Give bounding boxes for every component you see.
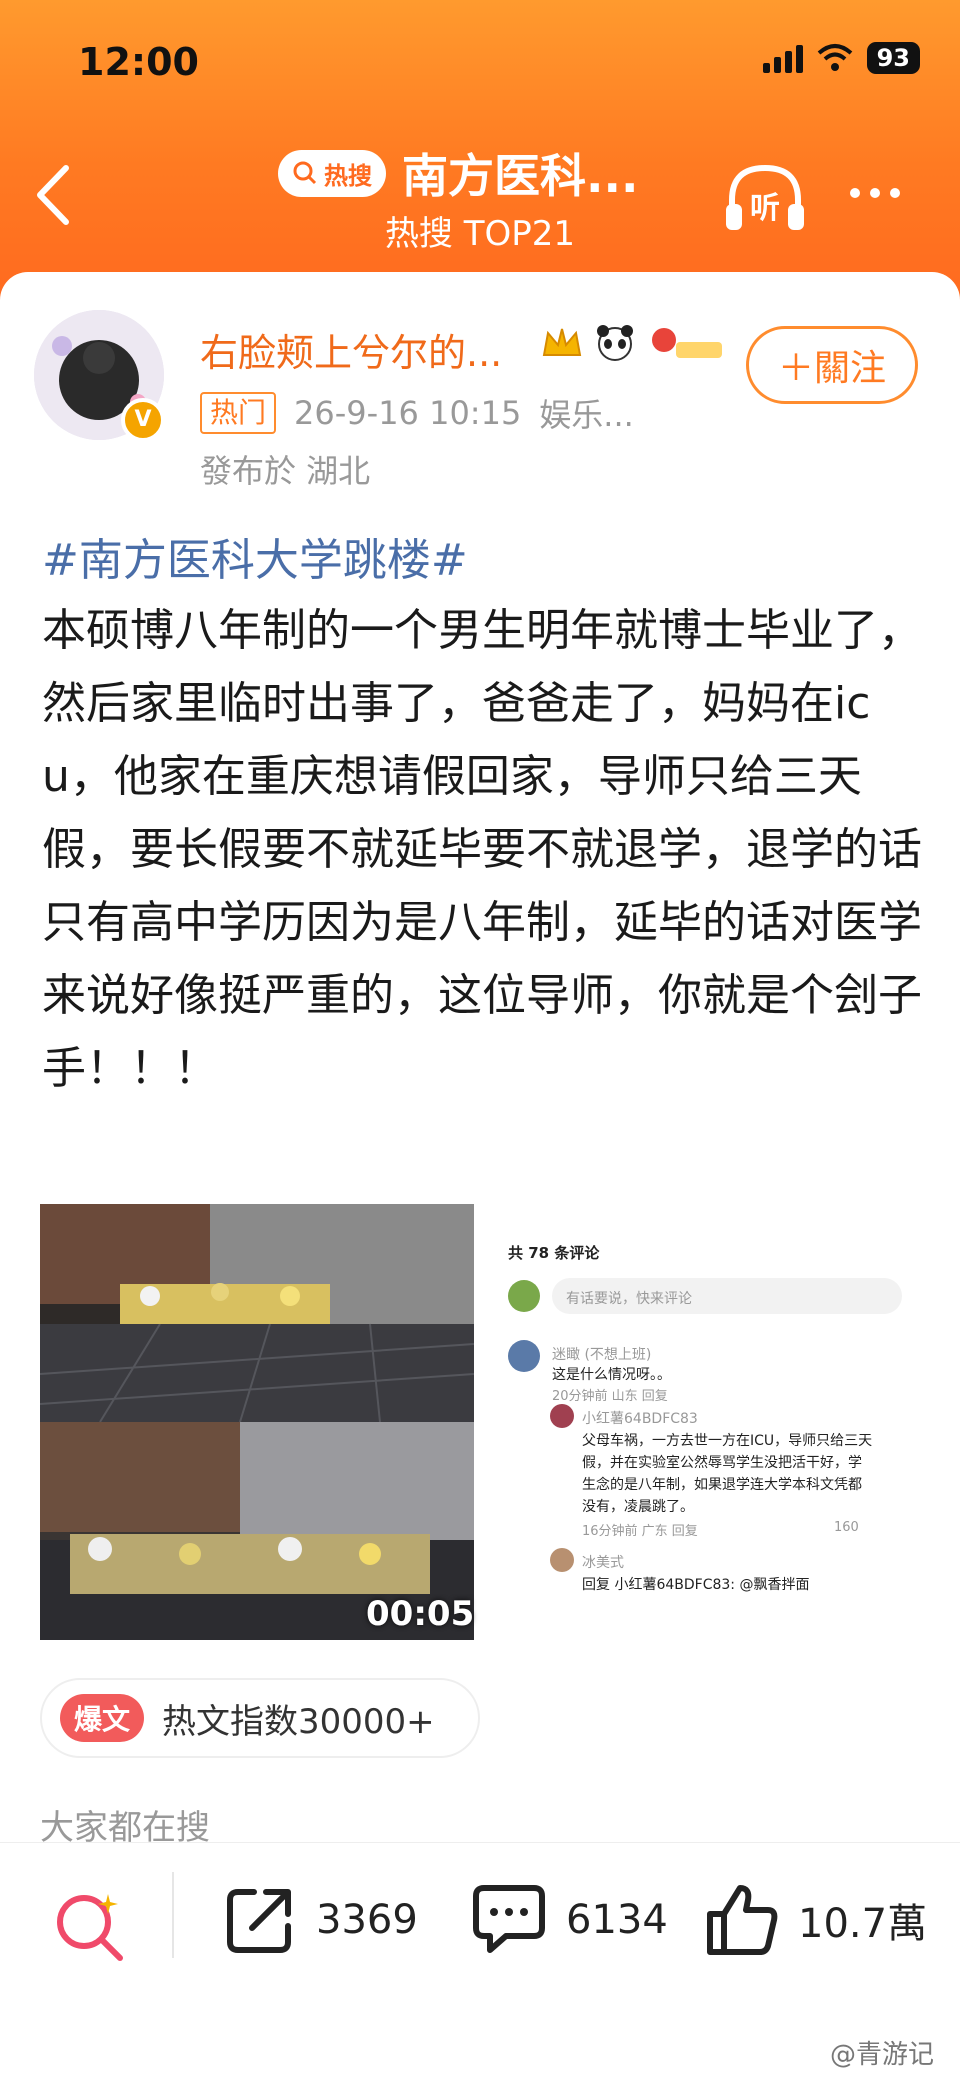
comment-input-placeholder: 有话要说，快来评论 <box>566 1291 692 1307</box>
comment-text: 回复 小红薯64BDFC83: @飘香拌面 <box>582 1577 810 1593</box>
hot-index-pill[interactable]: 爆文 热文指数30000+ <box>40 1678 480 1758</box>
bottom-bar <box>0 1842 960 2080</box>
share-button[interactable]: 3369 <box>222 1882 418 1958</box>
page-title: 南方医科... <box>402 149 639 203</box>
more-options-button[interactable] <box>850 188 900 198</box>
like-count: 10.7萬 <box>798 1901 928 1947</box>
comment-meta: 16分钟前 广东 回复 <box>582 1524 698 1539</box>
hashtag-link[interactable]: #南方医科大学跳楼# <box>42 524 468 588</box>
video-thumbnail[interactable] <box>40 1204 474 1640</box>
comment-text: 这是什么情况呀。。 <box>552 1367 671 1383</box>
panda-icon <box>597 325 633 361</box>
comment-like-count: 160 <box>834 1520 859 1535</box>
comment-button[interactable]: 6134 <box>470 1882 668 1958</box>
page-subtitle: 热搜 TOP21 <box>384 214 576 254</box>
comment-text-line: 没有，凌晨跳了。 <box>582 1499 694 1515</box>
username[interactable]: 右脸颊上兮尔的... <box>200 322 502 377</box>
comment-icon <box>473 1885 545 1953</box>
comment-user: 冰美式 <box>582 1555 624 1571</box>
comment-text-line: 假，并在实验室公然辱骂学生没把活干好，学 <box>582 1455 862 1471</box>
comment-user: 迷瞰 (不想上班) <box>552 1347 652 1363</box>
listen-label: 听 <box>750 191 780 226</box>
comment-meta: 20分钟前 山东 回复 <box>552 1389 668 1404</box>
search-icon <box>293 161 317 185</box>
signal-icon <box>762 43 803 73</box>
user-badges <box>540 322 726 364</box>
memorial-photo <box>40 1204 474 1640</box>
crown-icon <box>542 328 582 356</box>
search-icon[interactable] <box>50 1888 128 1966</box>
follow-button[interactable]: ＋關注 <box>746 326 918 404</box>
status-icons: 93 <box>762 42 920 74</box>
avatar <box>508 1280 540 1312</box>
share-icon <box>227 1889 291 1953</box>
video-duration: 00:05 <box>366 1594 475 1634</box>
watermark: @青游记 <box>830 2040 935 2070</box>
listen-button[interactable]: 听 <box>722 160 808 238</box>
verified-badge: V <box>121 398 165 442</box>
headphones-icon: 听 <box>726 164 804 230</box>
hot-search-badge: 热搜 <box>278 149 386 197</box>
hot-tag: 热门 <box>200 392 277 434</box>
status-time: 12:00 <box>78 40 199 84</box>
post-timestamp: 26-9-16 10:15 <box>294 394 522 432</box>
hot-search-label: 热搜 <box>324 161 372 190</box>
thumbs-up-icon <box>707 1885 778 1955</box>
comment-count: 共 78 条评论 <box>508 1244 600 1262</box>
share-count: 3369 <box>316 1897 418 1943</box>
hot-index-text: 热文指数30000+ <box>162 1701 435 1742</box>
avatar <box>550 1404 574 1428</box>
comment-user: 小红薯64BDFC83 <box>582 1411 698 1427</box>
gift-badge-icon <box>652 328 722 358</box>
dot-icon <box>870 188 880 198</box>
divider <box>172 1872 174 1958</box>
post-location: 發布於 湖北 <box>200 452 371 490</box>
post-category: 娱乐... <box>539 396 634 434</box>
dot-icon <box>890 188 900 198</box>
battery-indicator: 93 <box>866 42 920 74</box>
nav-title-group: 热搜 南方医科... <box>278 140 638 206</box>
comment-text-line: 父母车祸，一方去世一方在ICU，导师只给三天 <box>582 1433 873 1449</box>
explode-tag: 爆文 <box>60 1694 145 1742</box>
comment-screenshot[interactable]: 共 78 条评论 有话要说，快来评论 迷瞰 (不想上班) 这是什么情况呀。。 2… <box>494 1204 920 1640</box>
dot-icon <box>850 188 860 198</box>
comment-text-line: 生念的是八年制，如果退学连大学本科文凭都 <box>582 1477 862 1493</box>
avatar <box>550 1548 574 1572</box>
post-meta: 热门 26-9-16 10:15 娱乐... <box>200 390 634 436</box>
post-body: 本硕博八年制的一个男生明年就博士毕业了，然后家里临时出事了，爸爸走了，妈妈在ic… <box>42 605 922 1094</box>
avatar <box>508 1340 540 1372</box>
comment-count: 6134 <box>566 1897 668 1943</box>
like-button[interactable]: 10.7萬 <box>704 1882 927 1958</box>
wifi-icon <box>817 44 852 71</box>
